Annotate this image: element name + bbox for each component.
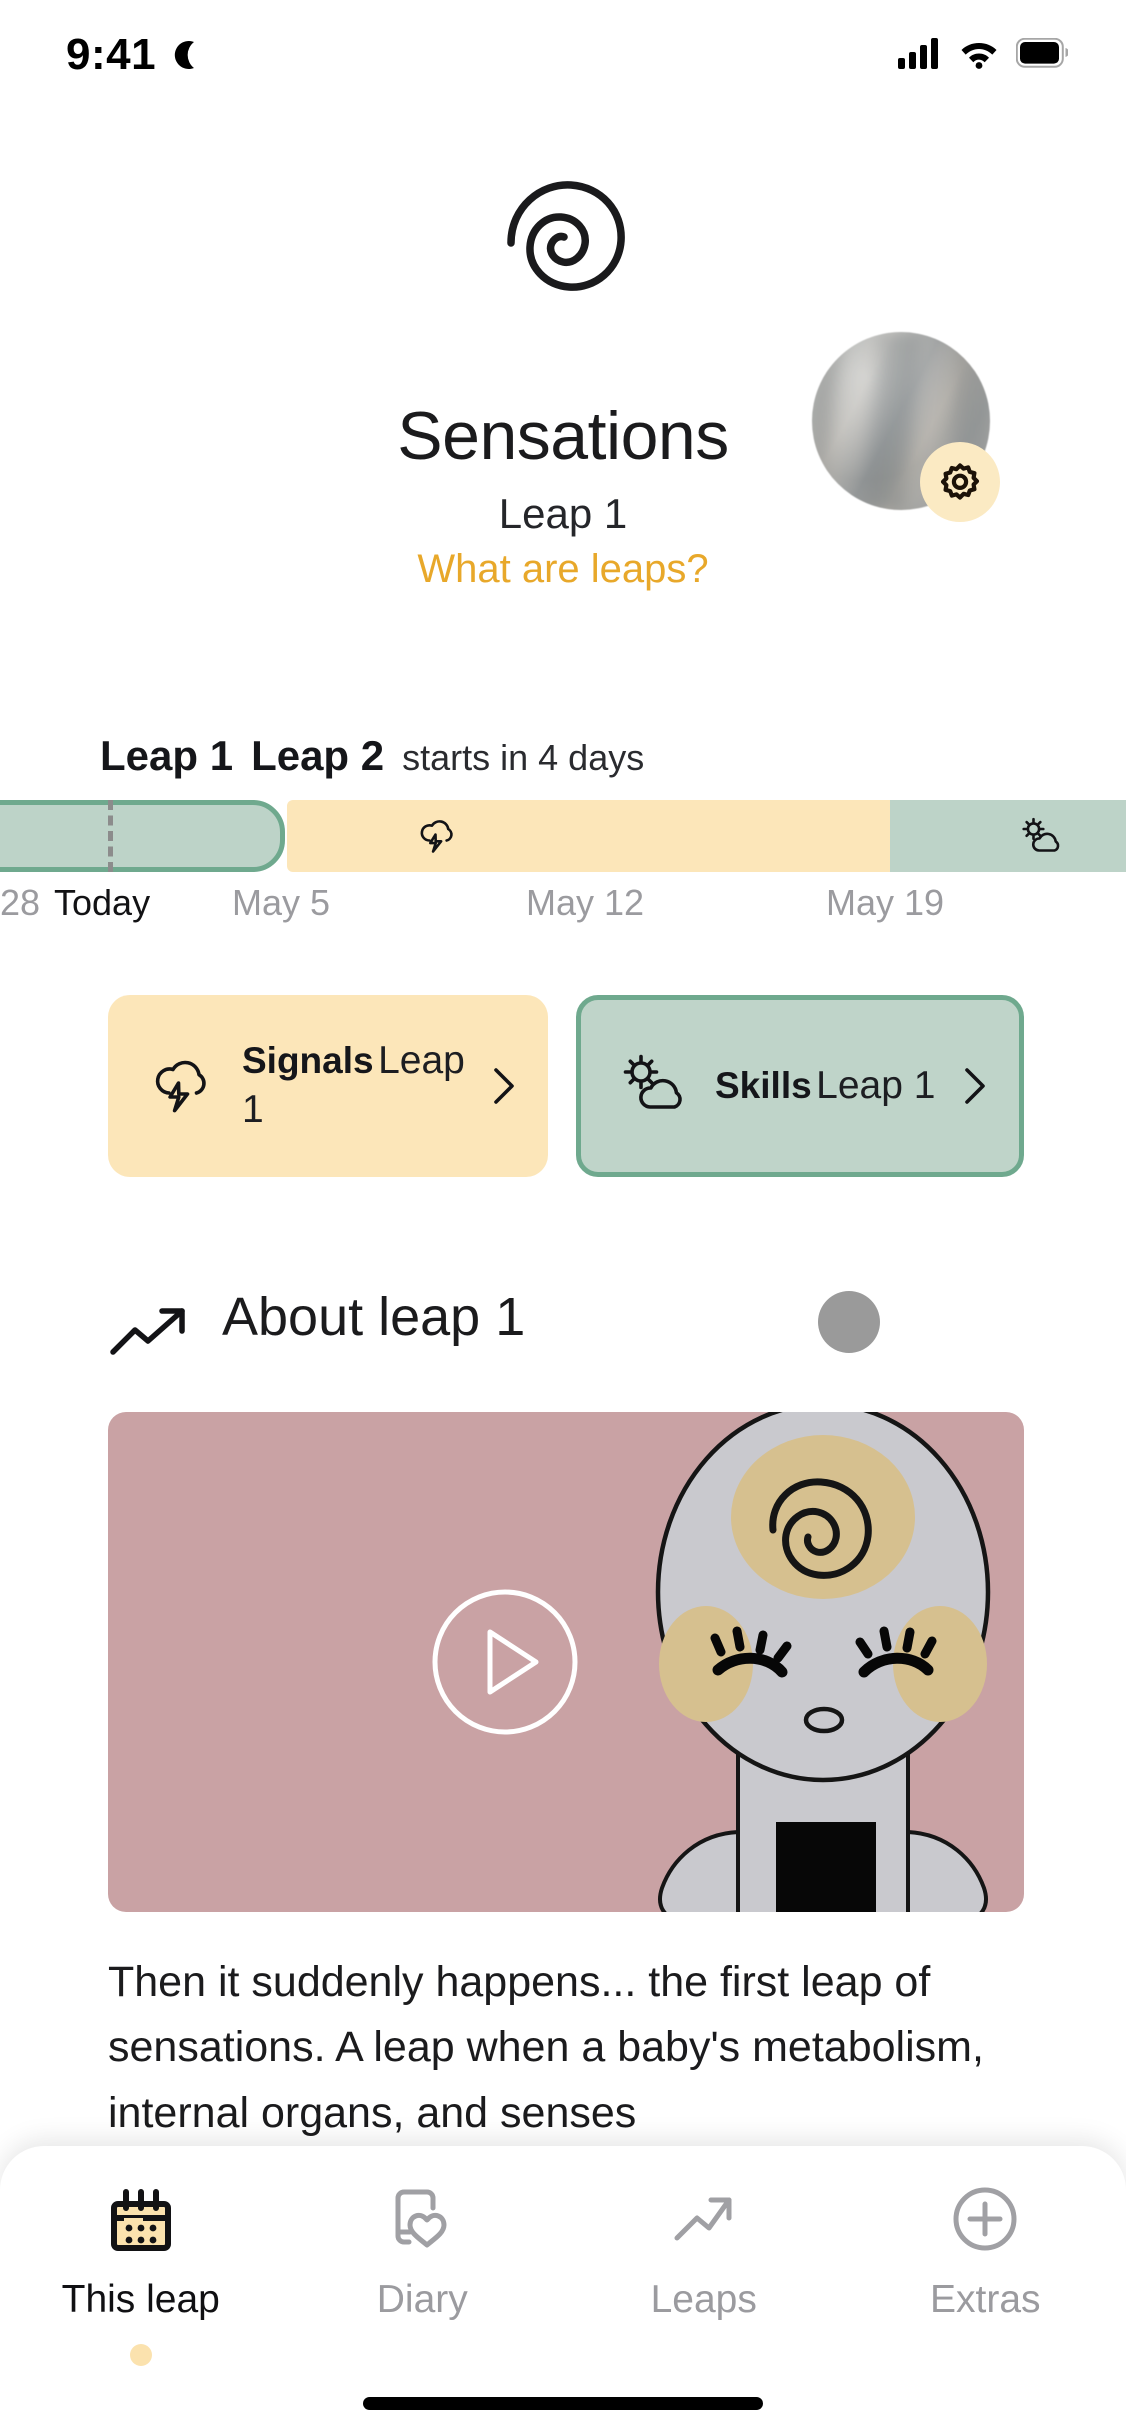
tab-label-diary: Diary bbox=[376, 2278, 468, 2321]
storm-cloud-icon bbox=[412, 814, 458, 860]
tab-label-extras: Extras bbox=[929, 2278, 1041, 2321]
timeline-note: starts in 4 days bbox=[402, 737, 645, 778]
tab-list: This leap Diary Leaps Extras bbox=[0, 2182, 1126, 2366]
about-leap-video[interactable] bbox=[108, 1412, 1024, 1912]
status-bar-clock: 9:41 bbox=[66, 30, 157, 79]
about-leap-title: About leap 1 bbox=[222, 1287, 526, 1347]
what-are-leaps-link[interactable]: What are leaps? bbox=[0, 547, 1126, 592]
signals-card[interactable]: Signals Leap 1 bbox=[108, 995, 548, 1177]
signals-card-title: Signals bbox=[242, 1040, 374, 1082]
tab-label-leaps: Leaps bbox=[650, 2278, 757, 2321]
timeline-labels: 28 Today May 5 May 12 May 19 bbox=[0, 882, 1126, 928]
skills-card-subtitle: Leap 1 bbox=[816, 1063, 936, 1107]
status-badge bbox=[818, 1291, 880, 1353]
battery-full-icon bbox=[1015, 37, 1070, 73]
timeline-label-3: May 12 bbox=[526, 882, 645, 923]
today-marker-line bbox=[108, 800, 113, 872]
play-button-icon[interactable] bbox=[430, 1587, 580, 1737]
phone-heart-icon bbox=[385, 2182, 459, 2256]
bottom-tab-bar: This leap Diary Leaps Extras bbox=[0, 2146, 1126, 2436]
timeline-label-2: May 5 bbox=[232, 882, 331, 923]
status-bar: 9:41 bbox=[0, 0, 1126, 110]
leap-timeline: Leap 1 Leap 2 starts in 4 days 28 Today … bbox=[0, 730, 1126, 930]
skills-card-text: Skills Leap 1 bbox=[715, 1062, 957, 1111]
baby-with-spiral-illustration bbox=[588, 1412, 1024, 1912]
app-header: Sensations Leap 1 What are leaps? bbox=[0, 110, 1126, 730]
tab-label-this-leap: This leap bbox=[61, 2278, 220, 2321]
sun-cloud-icon bbox=[1017, 814, 1063, 860]
timeline-segment-leap-2[interactable] bbox=[287, 800, 890, 872]
crescent-moon-icon bbox=[170, 38, 204, 72]
chevron-right-icon bbox=[957, 1064, 991, 1108]
leap-cards: Signals Leap 1 Skills Leap 1 bbox=[0, 995, 1126, 1185]
status-bar-right bbox=[898, 37, 1070, 74]
tab-this-leap[interactable]: This leap bbox=[0, 2182, 282, 2366]
timeline-current-leap: Leap 1 bbox=[100, 732, 234, 779]
trending-up-icon bbox=[108, 1304, 192, 1358]
sun-cloud-icon bbox=[615, 1049, 689, 1123]
about-leap-body-text: Then it suddenly happens... the first le… bbox=[108, 1958, 984, 2137]
timeline-label-4: May 19 bbox=[826, 882, 945, 923]
wifi-icon bbox=[958, 37, 1000, 74]
storm-cloud-icon bbox=[142, 1049, 216, 1123]
active-tab-indicator bbox=[129, 2344, 152, 2366]
timeline-label-today: Today bbox=[54, 882, 151, 923]
page-title: Sensations bbox=[397, 398, 729, 474]
tab-extras[interactable]: Extras bbox=[845, 2182, 1126, 2366]
home-indicator bbox=[363, 2397, 763, 2410]
skills-card[interactable]: Skills Leap 1 bbox=[576, 995, 1024, 1177]
timeline-next-leap: Leap 2 bbox=[251, 732, 385, 779]
timeline-heading: Leap 1 Leap 2 starts in 4 days bbox=[100, 732, 644, 780]
skills-card-title: Skills bbox=[715, 1064, 812, 1106]
trending-up-icon bbox=[667, 2182, 741, 2256]
status-bar-left: 9:41 bbox=[66, 30, 204, 80]
tab-leaps[interactable]: Leaps bbox=[563, 2182, 845, 2366]
timeline-segment-leap-3[interactable] bbox=[890, 800, 1126, 872]
timeline-label-0: 28 bbox=[0, 882, 41, 923]
chevron-right-icon bbox=[486, 1064, 520, 1108]
cellular-signal-icon bbox=[898, 37, 942, 74]
timeline-track[interactable] bbox=[0, 800, 1126, 872]
plus-circle-icon bbox=[948, 2182, 1022, 2256]
spiral-logo-icon bbox=[465, 165, 650, 310]
page-subtitle: Leap 1 bbox=[498, 490, 628, 537]
timeline-segment-leap-1[interactable] bbox=[0, 800, 285, 872]
tab-diary[interactable]: Diary bbox=[282, 2182, 564, 2366]
about-section-header: About leap 1 bbox=[0, 1287, 1126, 1370]
signals-card-text: Signals Leap 1 bbox=[242, 1037, 486, 1135]
calendar-icon bbox=[104, 2182, 178, 2256]
